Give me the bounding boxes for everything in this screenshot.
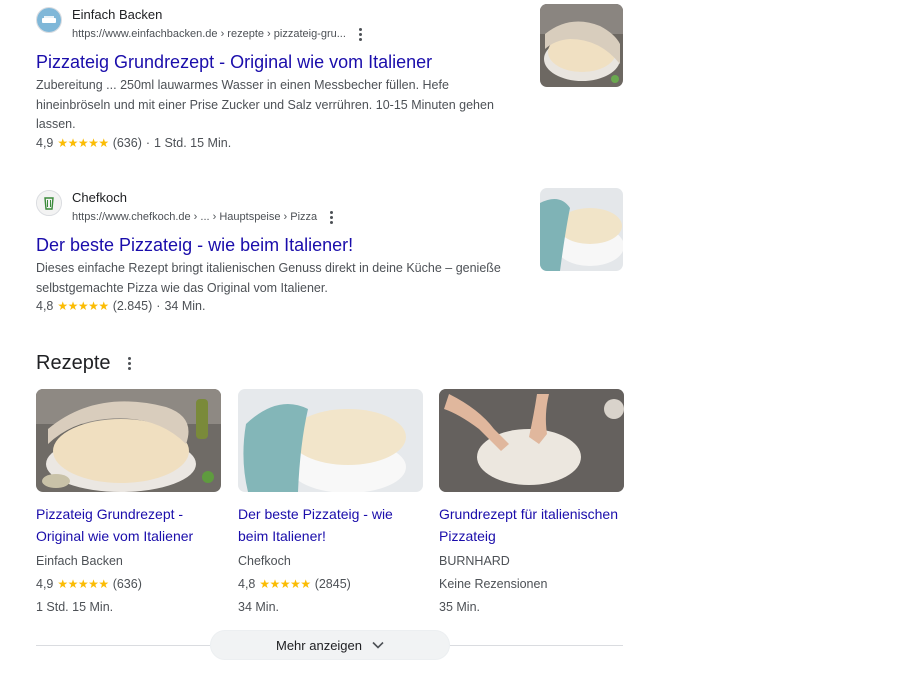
recipe-rating: 4,8 ★★★★★ (2845) xyxy=(238,575,423,593)
result-thumbnail[interactable] xyxy=(540,188,623,271)
recipe-title-link[interactable]: Grundrezept für italienischen Pizzateig xyxy=(439,503,624,547)
rating-value: 4,8 xyxy=(36,299,54,313)
show-more-label: Mehr anzeigen xyxy=(276,637,362,653)
divider xyxy=(450,645,623,646)
separator-dot: · xyxy=(145,135,151,150)
more-options-icon[interactable] xyxy=(125,355,134,372)
rating-value: 4,8 xyxy=(238,577,256,591)
recipe-time: 35 Min. xyxy=(439,600,480,614)
site-url: https://www.chefkoch.de › ... › Hauptspe… xyxy=(72,211,318,223)
recipe-image xyxy=(238,389,423,492)
recipe-source: BURNHARD xyxy=(439,554,510,568)
cook-time: 1 Std. 15 Min. xyxy=(154,135,232,150)
no-reviews-label: Keine Rezensionen xyxy=(439,577,548,591)
star-rating-icon: ★★★★★ xyxy=(57,135,109,150)
review-count: (636) xyxy=(112,135,142,150)
recipe-card[interactable]: Pizzateig Grundrezept - Original wie vom… xyxy=(36,389,221,616)
show-more-button[interactable]: Mehr anzeigen xyxy=(210,630,450,660)
recipe-time: 1 Std. 15 Min. xyxy=(36,600,114,614)
result-source[interactable]: Einfach Backen https://www.einfachbacken… xyxy=(36,7,626,43)
site-url: https://www.einfachbacken.de › rezepte ›… xyxy=(72,28,346,40)
search-result: Einfach Backen https://www.einfachbacken… xyxy=(36,7,626,150)
star-rating-icon: ★★★★★ xyxy=(57,299,109,313)
chefkoch-favicon-icon xyxy=(36,190,62,216)
pizza-dough-image xyxy=(540,188,623,271)
recipe-card[interactable]: Grundrezept für italienischen Pizzateig … xyxy=(439,389,624,616)
divider xyxy=(36,645,210,646)
chevron-down-icon xyxy=(372,641,384,649)
pizza-dough-image xyxy=(540,4,623,87)
review-count: (2845) xyxy=(314,577,351,591)
result-meta: 4,9 ★★★★★ (636) · 1 Std. 15 Min. xyxy=(36,136,626,150)
star-rating-icon: ★★★★★ xyxy=(57,577,109,591)
rating-value: 4,9 xyxy=(36,135,54,150)
result-source[interactable]: Chefkoch https://www.chefkoch.de › ... ›… xyxy=(36,190,626,226)
review-count: (2.845) xyxy=(112,299,153,313)
result-title-link[interactable]: Der beste Pizzateig - wie beim Italiener… xyxy=(36,235,626,256)
result-meta: 4,8 ★★★★★ (2.845) · 34 Min. xyxy=(36,299,626,313)
result-thumbnail[interactable] xyxy=(540,4,623,87)
result-title-link[interactable]: Pizzateig Grundrezept - Original wie vom… xyxy=(36,52,626,73)
recipe-title-link[interactable]: Der beste Pizzateig - wie beim Italiener… xyxy=(238,503,423,547)
recipe-title-link[interactable]: Pizzateig Grundrezept - Original wie vom… xyxy=(36,503,221,547)
einfach-backen-favicon-icon xyxy=(36,7,62,33)
result-snippet: Zubereitung ... 250ml lauwarmes Wasser i… xyxy=(36,78,494,131)
site-name: Chefkoch xyxy=(72,190,127,205)
rating-value: 4,9 xyxy=(36,577,54,591)
recipes-heading: Rezepte xyxy=(36,352,111,374)
separator-dot: · xyxy=(156,299,161,313)
recipe-time: 34 Min. xyxy=(238,600,279,614)
search-result: Chefkoch https://www.chefkoch.de › ... ›… xyxy=(36,190,626,313)
more-options-icon[interactable] xyxy=(327,209,336,226)
site-name: Einfach Backen xyxy=(72,7,163,22)
star-rating-icon: ★★★★★ xyxy=(259,577,311,591)
recipe-image xyxy=(439,389,624,492)
recipe-image xyxy=(36,389,221,492)
more-options-icon[interactable] xyxy=(356,26,365,43)
result-snippet: Dieses einfache Rezept bringt italienisc… xyxy=(36,261,501,295)
recipe-source: Einfach Backen xyxy=(36,554,123,568)
recipes-section-header: Rezepte xyxy=(36,352,134,375)
recipe-source: Chefkoch xyxy=(238,554,291,568)
cook-time: 34 Min. xyxy=(164,299,206,313)
review-count: (636) xyxy=(112,577,142,591)
recipe-rating: 4,9 ★★★★★ (636) xyxy=(36,575,221,593)
recipe-card[interactable]: Der beste Pizzateig - wie beim Italiener… xyxy=(238,389,423,616)
